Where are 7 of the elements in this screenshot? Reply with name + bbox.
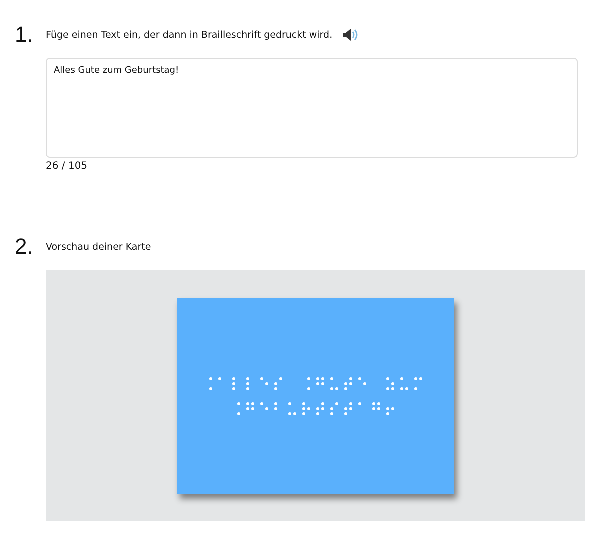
- character-counter: 26 / 105: [46, 161, 89, 172]
- step-number: 1.: [15, 22, 34, 48]
- step-title: Vorschau deiner Karte: [46, 242, 152, 252]
- speaker-icon[interactable]: [340, 27, 359, 43]
- step-title: Füge einen Text ein, der dann in Brailleschrift gedruckt wird.: [46, 30, 333, 40]
- step-number: 2.: [15, 234, 34, 260]
- input-field[interactable]: Alles Gute zum Geburtstag!: [46, 58, 578, 158]
